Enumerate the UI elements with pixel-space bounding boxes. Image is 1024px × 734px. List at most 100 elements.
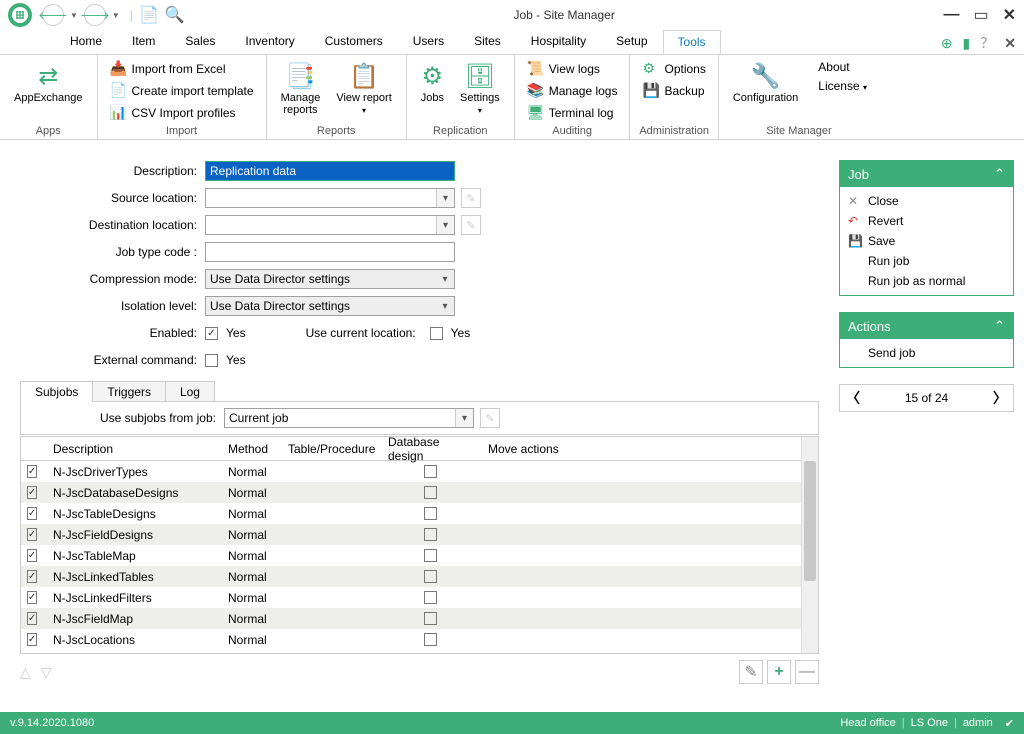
compression-mode-combo[interactable]: Use Data Director settings▾ (205, 269, 455, 289)
enabled-checkbox[interactable]: ✓ (205, 327, 218, 340)
ribbon-manage-logs-button[interactable]: 📚Manage logs (523, 80, 622, 101)
grid-header-table[interactable]: Table/Procedure (282, 442, 382, 456)
grid-header-move-actions[interactable]: Move actions (482, 442, 582, 456)
job-panel-header[interactable]: Job ⌃ (840, 161, 1013, 187)
description-input[interactable] (205, 161, 455, 181)
ribbon-configuration-button[interactable]: 🔧Configuration (727, 58, 804, 124)
use-subjobs-edit-button[interactable]: ✎ (480, 408, 500, 428)
move-down-button[interactable]: ▽ (41, 664, 52, 681)
row-checkbox[interactable]: ✓ (27, 633, 37, 646)
ribbon-backup-button[interactable]: 💾Backup (638, 80, 709, 101)
menu-item-tools[interactable]: Tools (663, 30, 721, 54)
send-job-button[interactable]: Send job (840, 343, 1013, 363)
menu-item-sites[interactable]: Sites (459, 29, 516, 53)
add-row-button[interactable]: + (767, 660, 791, 684)
menu-item-sales[interactable]: Sales (170, 29, 230, 53)
grid-header-method[interactable]: Method (222, 442, 282, 456)
job-run-normal-button[interactable]: Run job as normal (840, 271, 1013, 291)
window-minimize-button[interactable]: — (943, 6, 959, 24)
pager-prev-button[interactable]: 〈 (846, 388, 860, 408)
job-save-button[interactable]: 💾Save (840, 231, 1013, 251)
row-checkbox[interactable]: ✓ (27, 591, 37, 604)
row-checkbox[interactable]: ✓ (27, 570, 37, 583)
row-db-checkbox[interactable] (424, 549, 437, 562)
source-location-edit-button[interactable]: ✎ (461, 188, 481, 208)
menu-item-hospitality[interactable]: Hospitality (516, 29, 601, 53)
job-revert-button[interactable]: ↶Revert (840, 211, 1013, 231)
grid-header-database-design[interactable]: Database design (382, 437, 482, 463)
menu-item-customers[interactable]: Customers (310, 29, 398, 53)
ribbon-settings-button[interactable]: 🗄Settings▾ (454, 58, 506, 124)
ribbon-import-excel-button[interactable]: 📥Import from Excel (106, 58, 258, 79)
destination-location-combo[interactable]: ▾ (205, 215, 455, 235)
table-row[interactable]: ✓N-JscTableMapNormal (21, 545, 801, 566)
menu-help-icon[interactable]: ？ (980, 33, 994, 53)
table-row[interactable]: ✓N-JscLinkedTablesNormal (21, 566, 801, 587)
grid-header-description[interactable]: Description (47, 442, 222, 456)
row-db-checkbox[interactable] (424, 528, 437, 541)
menu-item-item[interactable]: Item (117, 29, 170, 53)
edit-row-button[interactable]: ✎ (739, 660, 763, 684)
row-checkbox[interactable]: ✓ (27, 528, 37, 541)
job-close-button[interactable]: ✕Close (840, 191, 1013, 211)
row-db-checkbox[interactable] (424, 570, 437, 583)
actions-panel-header[interactable]: Actions ⌃ (840, 313, 1013, 339)
menu-item-setup[interactable]: Setup (601, 29, 662, 53)
destination-location-edit-button[interactable]: ✎ (461, 215, 481, 235)
menu-item-home[interactable]: Home (55, 29, 117, 53)
isolation-level-combo[interactable]: Use Data Director settings▾ (205, 296, 455, 316)
status-check-icon[interactable]: ✔ (1005, 717, 1014, 730)
row-checkbox[interactable]: ✓ (27, 465, 37, 478)
table-row[interactable]: ✓N-JscDatabaseDesignsNormal (21, 482, 801, 503)
table-row[interactable]: ✓N-JscLocationsNormal (21, 629, 801, 650)
tab-log[interactable]: Log (165, 381, 215, 402)
pager-next-button[interactable]: 〉 (993, 388, 1007, 408)
job-run-button[interactable]: Run job (840, 251, 1013, 271)
tab-triggers[interactable]: Triggers (92, 381, 166, 402)
external-command-checkbox[interactable] (205, 354, 218, 367)
ribbon-view-report-button[interactable]: 📋View report▾ (330, 58, 397, 124)
row-db-checkbox[interactable] (424, 591, 437, 604)
table-row[interactable]: ✓N-JscFieldDesignsNormal (21, 524, 801, 545)
tab-subjobs[interactable]: Subjobs (20, 381, 93, 402)
ribbon-appexchange-button[interactable]: ⇄ AppExchange (8, 58, 89, 124)
table-row[interactable]: ✓N-JscTableDesignsNormal (21, 503, 801, 524)
row-db-checkbox[interactable] (424, 465, 437, 478)
row-checkbox[interactable]: ✓ (27, 507, 37, 520)
menu-close-icon[interactable]: ✕ (1004, 35, 1016, 52)
qat-search-icon[interactable]: 🔍 (165, 5, 185, 25)
ribbon-options-button[interactable]: ⚙Options (638, 58, 709, 79)
source-location-combo[interactable]: ▾ (205, 188, 455, 208)
table-row[interactable]: ✓N-JscFieldMapNormal (21, 608, 801, 629)
ribbon-create-template-button[interactable]: 📄Create import template (106, 80, 258, 101)
ribbon-about-button[interactable]: About (814, 58, 871, 76)
qat-new-icon[interactable]: 📄 (139, 5, 159, 25)
menu-add-icon[interactable]: ⊕ (941, 35, 953, 52)
row-db-checkbox[interactable] (424, 486, 437, 499)
use-current-location-checkbox[interactable] (430, 327, 443, 340)
ribbon-manage-reports-button[interactable]: 📑Managereports (275, 58, 327, 124)
ribbon-terminal-log-button[interactable]: 🖥Terminal log (523, 102, 622, 123)
menu-store-icon[interactable]: ▮ (963, 35, 971, 52)
move-up-button[interactable]: △ (20, 664, 31, 681)
nav-back-dropdown[interactable]: ▼ (70, 11, 78, 20)
scrollbar-thumb[interactable] (804, 461, 816, 581)
nav-forward-dropdown[interactable]: ▼ (112, 11, 120, 20)
menu-item-users[interactable]: Users (398, 29, 459, 53)
row-checkbox[interactable]: ✓ (27, 612, 37, 625)
table-row[interactable]: ✓N-JscLinkedFiltersNormal (21, 587, 801, 608)
nav-forward-button[interactable]: 🡒 (84, 4, 106, 26)
menu-item-inventory[interactable]: Inventory (230, 29, 309, 53)
grid-scrollbar[interactable] (801, 437, 818, 653)
ribbon-csv-profiles-button[interactable]: 📊CSV Import profiles (106, 102, 258, 123)
window-close-button[interactable]: ✕ (1003, 5, 1016, 25)
job-type-input[interactable] (205, 242, 455, 262)
ribbon-view-logs-button[interactable]: 📜View logs (523, 58, 622, 79)
ribbon-license-button[interactable]: License ▾ (814, 77, 871, 95)
row-checkbox[interactable]: ✓ (27, 486, 37, 499)
use-subjobs-combo[interactable]: Current job▾ (224, 408, 474, 428)
table-row[interactable]: ✓N-JscDriverTypesNormal (21, 461, 801, 482)
nav-back-button[interactable]: 🡐 (42, 4, 64, 26)
remove-row-button[interactable]: — (795, 660, 819, 684)
row-db-checkbox[interactable] (424, 612, 437, 625)
